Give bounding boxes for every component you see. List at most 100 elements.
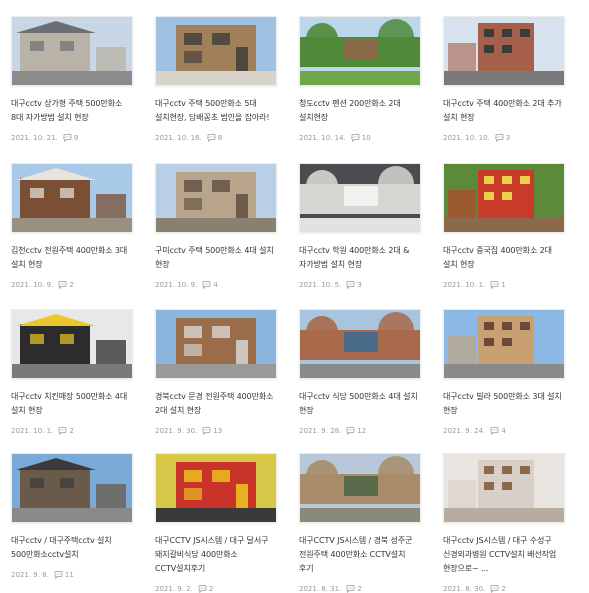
comment-icon bbox=[490, 281, 499, 289]
post-card[interactable]: 대구cctv 치킨매장 500만화소 4대 설치 현장 2021. 10. 1. 2 bbox=[11, 309, 133, 435]
post-card[interactable]: 구미cctv 주택 500만화소 4대 설치 현장 2021. 10. 9. 4 bbox=[155, 163, 277, 289]
comment-count: 2 bbox=[69, 281, 74, 289]
post-date: 2021. 10. 21. bbox=[11, 134, 58, 142]
post-title[interactable]: 대구cctv 식당 500만화소 4대 설치 현장 bbox=[299, 390, 421, 418]
comment-count: 3 bbox=[357, 281, 362, 289]
post-card[interactable]: 대구cctv 식당 500만화소 4대 설치 현장 2021. 9. 28. 12 bbox=[299, 309, 421, 435]
comment-count: 4 bbox=[501, 427, 506, 435]
post-card[interactable]: 대구cctv 주택 500만화소 5대 설치현장, 담배꽁초 범인을 잡아라! 2… bbox=[155, 16, 277, 142]
post-title[interactable]: 대구CCTV JS시스템 / 경북 성주군 전원주택 400만화소 CCTV설치… bbox=[299, 534, 421, 576]
post-card[interactable]: 청도cctv 펜션 200만화소 2대 설치현장 2021. 10. 14. 10 bbox=[299, 16, 421, 142]
post-card[interactable]: 대구CCTV JS시스템 / 경북 성주군 전원주택 400만화소 CCTV설치… bbox=[299, 453, 421, 593]
post-meta: 2021. 10. 16. 8 bbox=[155, 134, 277, 142]
post-card[interactable]: 경북cctv 문경 전원주택 400만화소 2대 설치 현장 2021. 9. 3… bbox=[155, 309, 277, 435]
post-title[interactable]: 대구cctv 빌라 500만화소 3대 설치 현장 bbox=[443, 390, 565, 418]
post-meta: 2021. 8. 30. 2 bbox=[443, 585, 565, 593]
post-meta: 2021. 10. 14. 10 bbox=[299, 134, 421, 142]
post-meta: 2021. 8. 31. 2 bbox=[299, 585, 421, 593]
post-date: 2021. 8. 30. bbox=[443, 585, 486, 593]
post-title[interactable]: 구미cctv 주택 500만화소 4대 설치 현장 bbox=[155, 244, 277, 272]
post-meta: 2021. 10. 1. 1 bbox=[443, 281, 565, 289]
post-card[interactable]: 대구cctv 학원 400만화소 2대 & 자가방범 설치 현장 2021. 10… bbox=[299, 163, 421, 289]
post-meta: 2021. 9. 28. 12 bbox=[299, 427, 421, 435]
comment-count: 2 bbox=[208, 585, 214, 593]
comment-count: 1 bbox=[501, 281, 506, 289]
post-title[interactable]: 대구cctv JS시스템 / 대구 수성구 신경외과병원 CCTV설치 배선작업… bbox=[443, 534, 565, 576]
post-thumbnail[interactable] bbox=[155, 16, 277, 86]
post-meta: 2021. 10. 9. 2 bbox=[11, 281, 133, 289]
post-card[interactable]: 대구cctv 상가형 주택 500만화소 8대 자가방범 설치 현장 2021. … bbox=[11, 16, 133, 142]
post-card[interactable]: 대구cctv 주택 400만화소 2대 추가 설치 현장 2021. 10. 10… bbox=[443, 16, 565, 142]
comment-count: 4 bbox=[213, 281, 218, 289]
post-date: 2021. 10. 1. bbox=[11, 427, 54, 435]
comment-icon bbox=[63, 134, 72, 142]
comment-count: 12 bbox=[357, 427, 367, 435]
post-title[interactable]: 대구cctv 상가형 주택 500만화소 8대 자가방범 설치 현장 bbox=[11, 97, 133, 125]
post-card[interactable]: 대구cctv JS시스템 / 대구 수성구 신경외과병원 CCTV설치 배선작업… bbox=[443, 453, 565, 593]
post-title[interactable]: 경북cctv 문경 전원주택 400만화소 2대 설치 현장 bbox=[155, 390, 277, 418]
comment-count: 3 bbox=[505, 134, 511, 142]
comment-icon bbox=[207, 134, 216, 142]
post-title[interactable]: 대구cctv 학원 400만화소 2대 & 자가방범 설치 현장 bbox=[299, 244, 421, 272]
post-thumbnail[interactable] bbox=[299, 16, 421, 86]
post-thumbnail[interactable] bbox=[11, 16, 133, 86]
post-thumbnail[interactable] bbox=[443, 163, 565, 233]
post-thumbnail[interactable] bbox=[443, 453, 565, 523]
post-thumbnail[interactable] bbox=[11, 163, 133, 233]
post-card[interactable]: 김천cctv 전원주택 400만화소 3대 설치 현장 2021. 10. 9. 2 bbox=[11, 163, 133, 289]
post-card[interactable]: 대구cctv / 대구주택cctv 설치 500만화소cctv설치 2021. 9… bbox=[11, 453, 133, 579]
post-title[interactable]: 대구CCTV JS시스템 / 대구 달서구 돼지갈비식당 400만화소 CCTV… bbox=[155, 534, 277, 576]
post-date: 2021. 9. 24. bbox=[443, 427, 486, 435]
comment-count: 2 bbox=[357, 585, 362, 593]
comment-icon bbox=[346, 585, 355, 593]
post-thumbnail[interactable] bbox=[11, 309, 133, 379]
post-title[interactable]: 대구cctv 주택 400만화소 2대 추가 설치 현장 bbox=[443, 97, 565, 125]
post-thumbnail[interactable] bbox=[155, 453, 277, 523]
post-title[interactable]: 대구cctv 주택 500만화소 5대 설치현장, 담배꽁초 범인을 잡아라! bbox=[155, 97, 277, 125]
post-title[interactable]: 대구cctv 중국집 400만화소 2대 설치 현장 bbox=[443, 244, 565, 272]
post-thumbnail[interactable] bbox=[443, 16, 565, 86]
post-date: 2021. 10. 10. bbox=[443, 134, 490, 142]
post-meta: 2021. 9. 8. 11 bbox=[11, 571, 133, 579]
post-meta: 2021. 9. 30. 13 bbox=[155, 427, 277, 435]
post-thumbnail[interactable] bbox=[299, 453, 421, 523]
comment-icon bbox=[490, 585, 499, 593]
post-date: 2021. 9. 30. bbox=[155, 427, 198, 435]
post-title[interactable]: 대구cctv / 대구주택cctv 설치 500만화소cctv설치 bbox=[11, 534, 133, 562]
post-meta: 2021. 10. 21. 9 bbox=[11, 134, 133, 142]
comment-icon bbox=[58, 281, 67, 289]
comment-icon bbox=[202, 281, 211, 289]
post-thumbnail[interactable] bbox=[155, 163, 277, 233]
comment-icon bbox=[58, 427, 67, 435]
comment-icon bbox=[346, 427, 355, 435]
post-card[interactable]: 대구cctv 중국집 400만화소 2대 설치 현장 2021. 10. 1. 1 bbox=[443, 163, 565, 289]
post-meta: 2021. 10. 10. 3 bbox=[443, 134, 565, 142]
post-thumbnail[interactable] bbox=[443, 309, 565, 379]
post-title[interactable]: 청도cctv 펜션 200만화소 2대 설치현장 bbox=[299, 97, 421, 125]
post-card[interactable]: 대구cctv 빌라 500만화소 3대 설치 현장 2021. 9. 24. 4 bbox=[443, 309, 565, 435]
post-thumbnail[interactable] bbox=[299, 163, 421, 233]
comment-count: 10 bbox=[361, 134, 371, 142]
post-title[interactable]: 김천cctv 전원주택 400만화소 3대 설치 현장 bbox=[11, 244, 133, 272]
post-meta: 2021. 10. 1. 2 bbox=[11, 427, 133, 435]
post-date: 2021. 9. 8. bbox=[11, 571, 49, 579]
post-meta: 2021. 10. 5. 3 bbox=[299, 281, 421, 289]
comment-icon bbox=[495, 134, 504, 142]
post-thumbnail[interactable] bbox=[155, 309, 277, 379]
post-meta: 2021. 10. 9. 4 bbox=[155, 281, 277, 289]
comment-count: 8 bbox=[217, 134, 223, 142]
comment-icon bbox=[202, 427, 211, 435]
post-thumbnail[interactable] bbox=[11, 453, 133, 523]
post-card[interactable]: 대구CCTV JS시스템 / 대구 달서구 돼지갈비식당 400만화소 CCTV… bbox=[155, 453, 277, 593]
post-date: 2021. 10. 16. bbox=[155, 134, 202, 142]
comment-count: 9 bbox=[73, 134, 79, 142]
comment-icon bbox=[346, 281, 355, 289]
comment-icon bbox=[351, 134, 360, 142]
post-date: 2021. 9. 2. bbox=[155, 585, 193, 593]
post-title[interactable]: 대구cctv 치킨매장 500만화소 4대 설치 현장 bbox=[11, 390, 133, 418]
post-grid: 대구cctv 상가형 주택 500만화소 8대 자가방범 설치 현장 2021. … bbox=[0, 0, 589, 593]
post-thumbnail[interactable] bbox=[299, 309, 421, 379]
comment-icon bbox=[198, 585, 207, 593]
post-date: 2021. 10. 9. bbox=[155, 281, 198, 289]
comment-icon bbox=[54, 571, 63, 579]
